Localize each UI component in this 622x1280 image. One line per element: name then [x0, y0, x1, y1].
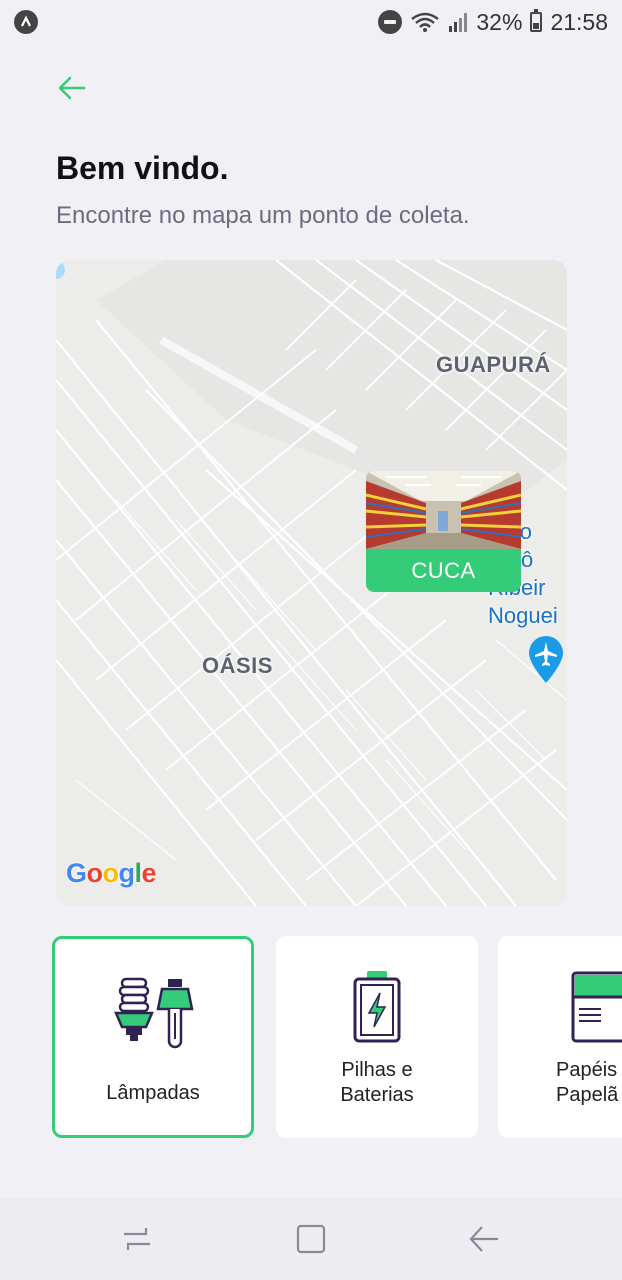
app-badge-icon: [14, 10, 38, 34]
supermarket-photo: [366, 471, 521, 549]
airplane-pin-icon[interactable]: [527, 634, 565, 684]
item-lampadas[interactable]: Lâmpadas: [52, 936, 254, 1138]
arrow-left-icon: [58, 76, 86, 100]
map-view[interactable]: GUAPURÁ OÁSIS ropo Antô Ribeir Noguei Go…: [56, 260, 567, 906]
item-pilhas-baterias[interactable]: Pilhas e Baterias: [276, 936, 478, 1138]
lamp-bulbs-icon: [112, 973, 194, 1051]
battery-percent: 32%: [476, 8, 523, 35]
back-button[interactable]: [56, 72, 88, 104]
wifi-icon: [411, 12, 440, 32]
recent-apps-icon[interactable]: [120, 1222, 154, 1256]
status-bar: 32% 21:58: [0, 0, 622, 44]
item-label: Pilhas e Baterias: [340, 1059, 414, 1106]
item-label: Papéis Papelã: [556, 1059, 619, 1106]
do-not-disturb-icon: [378, 10, 403, 34]
items-list[interactable]: Lâmpadas Pilhas e Baterias Papéis Papelã: [52, 934, 622, 1142]
map-label-oasis: OÁSIS: [202, 653, 273, 678]
page-subtitle: Encontre no mapa um ponto de coleta.: [56, 202, 470, 229]
battery-icon: [530, 9, 543, 32]
map-label-guapura: GUAPURÁ: [436, 352, 551, 377]
clock: 21:58: [550, 8, 608, 35]
collection-point-marker[interactable]: CUCA: [366, 471, 521, 592]
page-title: Bem vindo.: [56, 150, 229, 186]
home-icon[interactable]: [294, 1222, 328, 1256]
paper-icon: [571, 968, 622, 1046]
system-navbar: [0, 1198, 622, 1280]
battery-charge-icon: [351, 968, 403, 1046]
item-label: Lâmpadas: [106, 1082, 200, 1104]
back-icon[interactable]: [468, 1222, 502, 1256]
airport-label-line: Noguei: [488, 603, 558, 628]
marker-label: CUCA: [411, 557, 476, 583]
signal-icon: [449, 13, 468, 32]
item-papeis-papelao[interactable]: Papéis Papelã: [498, 936, 622, 1138]
google-logo: Google: [66, 858, 157, 888]
